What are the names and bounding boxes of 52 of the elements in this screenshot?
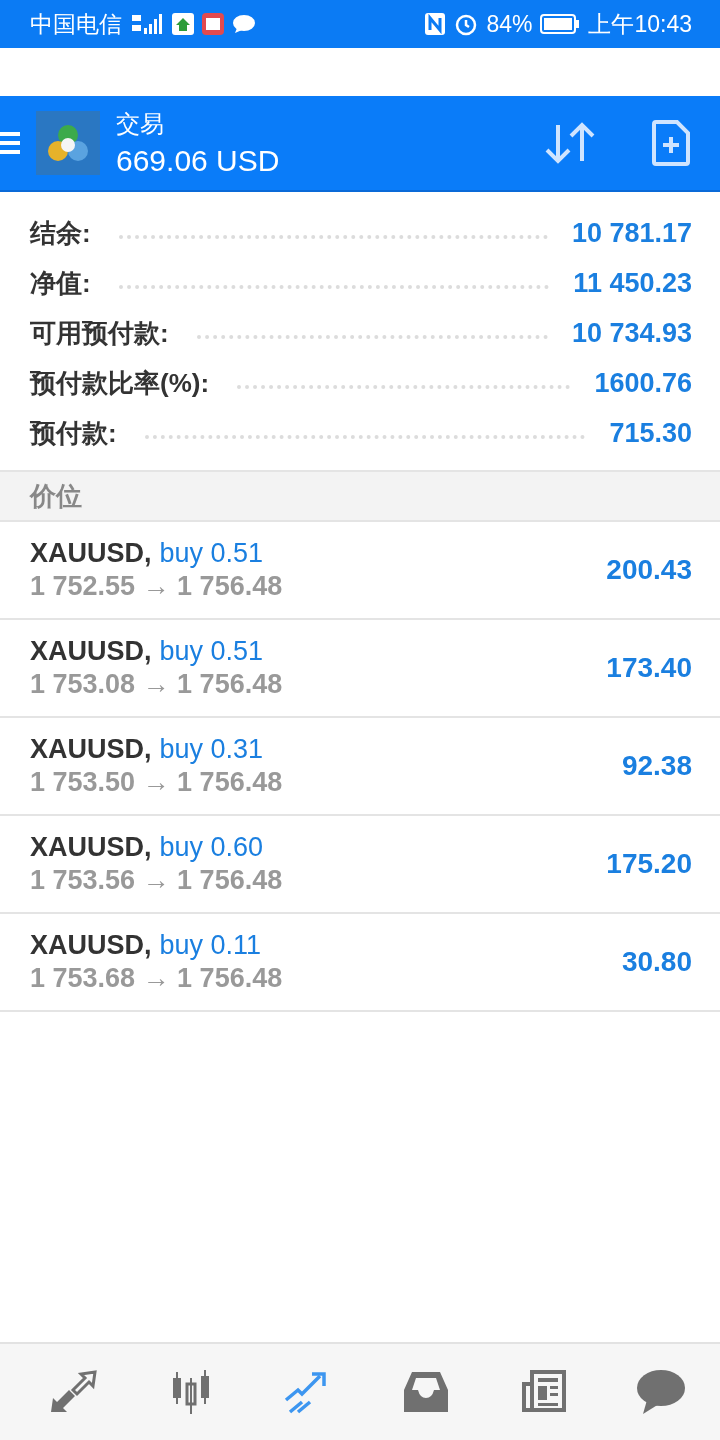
position-row[interactable]: XAUUSD, buy 0.11 1 753.68 → 1 756.48 30.80	[0, 914, 720, 1012]
position-order: buy 0.51	[159, 636, 264, 667]
position-row[interactable]: XAUUSD, buy 0.60 1 753.56 → 1 756.48 175.20	[0, 816, 720, 914]
summary-label: 预付款:	[30, 416, 117, 450]
screen-title: 交易	[116, 109, 165, 139]
battery-percent: 84%	[486, 10, 533, 38]
position-row[interactable]: XAUUSD, buy 0.51 1 752.55 → 1 756.48 200.43	[0, 522, 720, 620]
summary-label: 预付款比率(%):	[30, 366, 210, 400]
position-order: buy 0.60	[159, 832, 264, 863]
menu-icon[interactable]	[0, 130, 20, 156]
position-row[interactable]: XAUUSD, buy 0.51 1 753.08 → 1 756.48 173.40	[0, 620, 720, 718]
summary-value: 715.30	[609, 417, 692, 449]
account-balance: 669.06 USD	[116, 144, 280, 178]
position-prices: 1 753.08 → 1 756.48	[30, 669, 284, 700]
summary-label: 净值:	[30, 266, 91, 300]
summary-value: 10 781.17	[571, 217, 692, 249]
position-profit: 30.80	[621, 946, 692, 978]
position-order: buy 0.11	[159, 930, 262, 961]
position-prices: 1 752.55 → 1 756.48	[30, 571, 284, 602]
section-title: 价位	[30, 479, 82, 513]
signal-icon	[130, 13, 164, 35]
position-prices: 1 753.50 → 1 756.48	[30, 767, 284, 798]
summary-value: 1600.76	[594, 367, 692, 399]
clock-time: 上午10:43	[588, 9, 692, 39]
position-prices: 1 753.68 → 1 756.48	[30, 963, 284, 994]
position-profit: 200.43	[606, 554, 692, 586]
alarm-icon	[454, 12, 479, 36]
summary-value: 11 450.23	[573, 267, 692, 299]
position-profit: 92.38	[621, 750, 692, 782]
position-prices: 1 753.56 → 1 756.48	[30, 865, 284, 896]
battery-icon	[540, 14, 581, 34]
position-order: buy 0.51	[159, 538, 264, 569]
position-symbol: XAUUSD,	[30, 734, 152, 765]
summary-label: 可用预付款:	[30, 316, 169, 350]
position-order: buy 0.31	[159, 734, 264, 765]
summary-label: 结余:	[30, 216, 91, 250]
carrier-name: 中国电信	[30, 9, 122, 39]
sort-icon[interactable]	[544, 121, 596, 165]
position-row[interactable]: XAUUSD, buy 0.31 1 753.50 → 1 756.48 92.38	[0, 718, 720, 816]
nfc-icon	[424, 12, 447, 36]
position-profit: 173.40	[606, 652, 692, 684]
app-logo-icon	[36, 111, 100, 175]
app-notification-icon	[172, 13, 194, 35]
new-order-icon[interactable]	[652, 120, 690, 166]
position-profit: 175.20	[606, 848, 692, 880]
chat-icon[interactable]	[635, 1368, 688, 1416]
position-symbol: XAUUSD,	[30, 832, 152, 863]
summary-value: 10 734.93	[571, 317, 692, 349]
message-icon	[232, 14, 256, 34]
position-symbol: XAUUSD,	[30, 636, 152, 667]
position-symbol: XAUUSD,	[30, 538, 152, 569]
position-symbol: XAUUSD,	[30, 930, 152, 961]
